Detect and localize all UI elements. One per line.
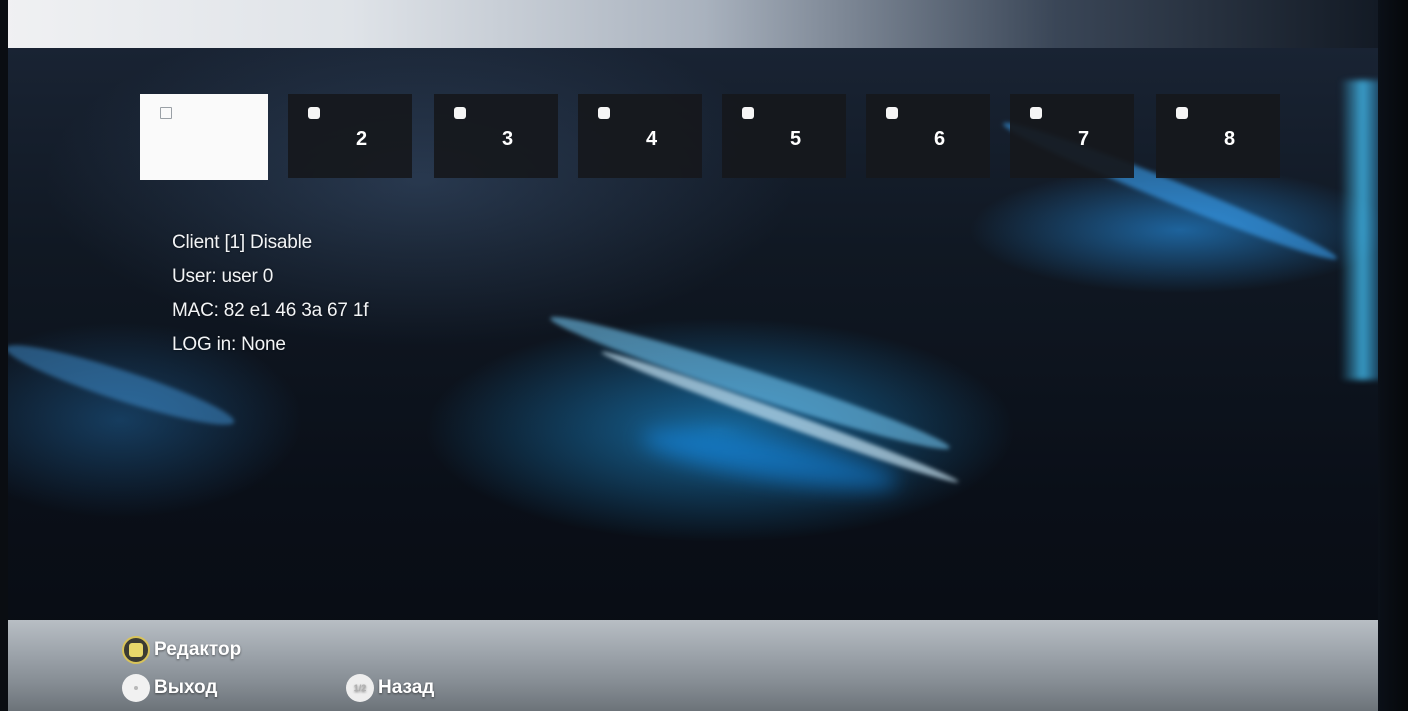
back-label: Назад bbox=[378, 677, 435, 698]
footer-bar: Редактор Выход 1/2 Назад bbox=[0, 620, 1380, 711]
client-tile-number: 3 bbox=[502, 128, 514, 150]
exit-label: Выход bbox=[154, 677, 218, 698]
client-mac: MAC: 82 e1 46 3a 67 1f bbox=[172, 300, 369, 321]
exit-button-icon bbox=[122, 674, 150, 702]
back-hint[interactable]: 1/2 Назад bbox=[346, 674, 434, 702]
checkbox-icon bbox=[454, 107, 466, 119]
client-tile-number: 8 bbox=[1224, 128, 1236, 150]
tv-screen: 2 3 4 5 6 7 8 Client [1] Disable User: u… bbox=[0, 0, 1408, 711]
client-tile-number: 6 bbox=[934, 128, 946, 150]
screen-bezel-left bbox=[0, 0, 8, 711]
client-tile-number: 5 bbox=[790, 128, 802, 150]
back-button-icon: 1/2 bbox=[346, 674, 374, 702]
yellow-button-icon bbox=[122, 636, 150, 664]
client-tile-4[interactable]: 4 bbox=[578, 94, 702, 178]
checkbox-icon bbox=[160, 107, 172, 119]
client-tile-8[interactable]: 8 bbox=[1156, 94, 1280, 178]
client-tile-number: 4 bbox=[646, 128, 658, 150]
client-tile-3[interactable]: 3 bbox=[434, 94, 558, 178]
client-tile-6[interactable]: 6 bbox=[866, 94, 990, 178]
screen-bezel-right bbox=[1378, 0, 1408, 711]
client-user: User: user 0 bbox=[172, 266, 274, 287]
client-tile-7[interactable]: 7 bbox=[1010, 94, 1134, 178]
checkbox-icon bbox=[598, 107, 610, 119]
checkbox-icon bbox=[1030, 107, 1042, 119]
client-status: Client [1] Disable bbox=[172, 232, 313, 253]
client-login: LOG in: None bbox=[172, 334, 286, 355]
editor-label: Редактор bbox=[154, 639, 242, 660]
client-info: Client [1] Disable User: user 0 MAC: 82 … bbox=[172, 226, 368, 362]
client-tile-2[interactable]: 2 bbox=[288, 94, 412, 178]
checkbox-icon bbox=[742, 107, 754, 119]
screen-glare bbox=[0, 0, 1408, 48]
checkbox-icon bbox=[1176, 107, 1188, 119]
checkbox-icon bbox=[886, 107, 898, 119]
client-tile-number: 7 bbox=[1078, 128, 1090, 150]
editor-hint[interactable]: Редактор bbox=[122, 636, 241, 664]
checkbox-icon bbox=[308, 107, 320, 119]
client-tile-number: 2 bbox=[356, 128, 368, 150]
client-tile-5[interactable]: 5 bbox=[722, 94, 846, 178]
exit-hint[interactable]: Выход bbox=[122, 674, 217, 702]
client-tile-1[interactable] bbox=[140, 94, 268, 180]
